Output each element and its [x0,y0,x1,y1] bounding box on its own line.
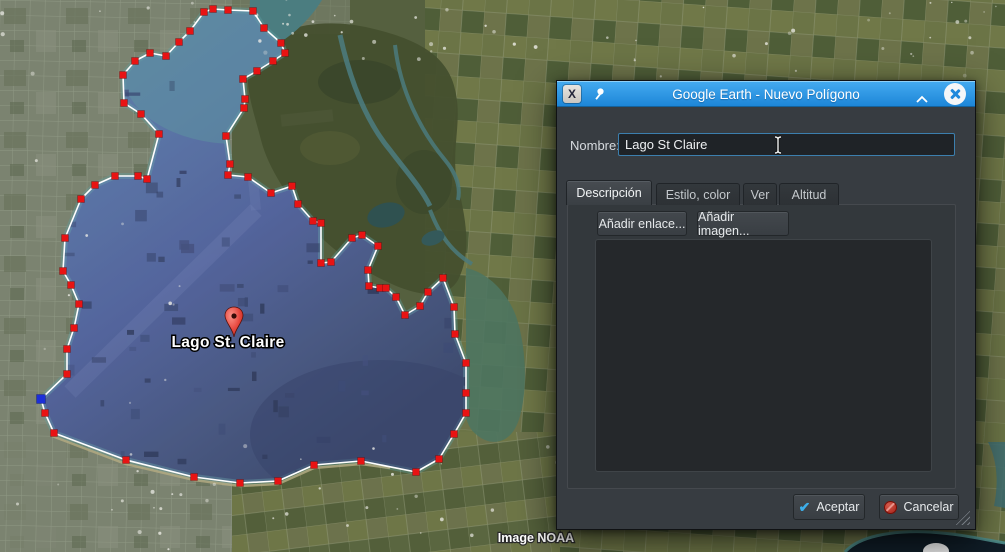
polygon-vertex[interactable] [318,220,325,227]
polygon-vertex[interactable] [68,282,75,289]
polygon-vertex[interactable] [349,235,356,242]
dialog-titlebar[interactable]: X Google Earth - Nuevo Polígono [557,81,975,107]
polygon-vertex[interactable] [64,346,71,353]
polygon-vertex[interactable] [120,72,127,79]
polygon-vertex[interactable] [112,173,119,180]
polygon-vertex[interactable] [250,8,257,15]
polygon-vertex[interactable] [310,218,317,225]
polygon-vertex[interactable] [223,133,230,140]
polygon-vertex[interactable] [210,6,217,13]
new-polygon-dialog: X Google Earth - Nuevo Polígono Nombre: … [556,80,976,530]
description-textarea[interactable] [595,239,932,472]
polygon-vertex[interactable] [240,76,247,83]
polygon-vertex[interactable] [225,7,232,14]
name-label: Nombre: [570,138,620,153]
close-icon[interactable] [944,83,966,105]
polygon-vertex[interactable] [358,458,365,465]
polygon-vertex[interactable] [451,304,458,311]
polygon-vertex[interactable] [76,301,83,308]
polygon-vertex[interactable] [463,360,470,367]
name-input[interactable] [618,133,955,156]
polygon-vertex[interactable] [436,456,443,463]
polygon-vertex[interactable] [64,371,71,378]
polygon-vertex[interactable] [191,474,198,481]
add-link-button[interactable]: Añadir enlace... [597,211,687,236]
google-earth-window: Lago St. Claire Image NOAA X Google Eart… [0,0,1005,552]
polygon-vertex[interactable] [132,58,139,65]
polygon-vertex[interactable] [237,480,244,487]
polygon-vertex[interactable] [282,50,289,57]
polygon-vertex[interactable] [440,275,447,282]
polygon-vertex[interactable] [425,289,432,296]
polygon-vertex[interactable] [138,111,145,118]
polygon-vertex[interactable] [71,325,78,332]
polygon-vertex[interactable] [413,469,420,476]
polygon-vertex[interactable] [201,9,208,16]
polygon-vertex[interactable] [402,312,409,319]
polygon-vertex[interactable] [60,268,67,275]
tab-descripcion[interactable]: Descripción [566,180,652,205]
polygon-vertex[interactable] [275,478,282,485]
polygon-vertex[interactable] [225,172,232,179]
polygon-vertex[interactable] [375,243,382,250]
polygon-vertex[interactable] [393,294,400,301]
polygon-vertex[interactable] [121,100,128,107]
polygon-vertex[interactable] [187,28,194,35]
polygon-vertex[interactable] [463,390,470,397]
cancel-icon [884,501,897,514]
dialog-title: Google Earth - Nuevo Polígono [557,81,975,107]
polygon-vertex[interactable] [254,68,261,75]
polygon-vertex[interactable] [51,430,58,437]
polygon-vertex[interactable] [383,285,390,292]
polygon-vertex[interactable] [78,196,85,203]
polygon-vertex[interactable] [62,235,69,242]
polygon-vertex[interactable] [176,39,183,46]
polygon-vertex[interactable] [147,50,154,57]
tab-ver[interactable]: Ver [743,183,777,205]
polygon-vertex[interactable] [359,232,366,239]
tab-estilo-color[interactable]: Estilo, color [656,183,740,205]
polygon-vertex[interactable] [452,331,459,338]
shade-icon[interactable] [915,90,929,98]
polygon-vertex[interactable] [311,462,318,469]
active-polygon-vertex[interactable] [37,395,46,404]
polygon-vertex[interactable] [451,431,458,438]
polygon-vertex[interactable] [318,260,325,267]
polygon-vertex[interactable] [365,267,372,274]
polygon-vertex[interactable] [328,259,335,266]
polygon-vertex[interactable] [163,53,170,60]
polygon-vertex[interactable] [241,105,248,112]
polygon-vertex[interactable] [242,96,249,103]
polygon-vertex[interactable] [463,410,470,417]
polygon-vertex[interactable] [366,283,373,290]
polygon-vertex[interactable] [295,201,302,208]
polygon-vertex[interactable] [268,190,275,197]
check-icon: ✔ [799,500,811,514]
polygon-vertex[interactable] [144,176,151,183]
polygon-vertex[interactable] [135,173,142,180]
polygon-vertex[interactable] [123,457,130,464]
polygon-vertex[interactable] [278,40,285,47]
polygon-vertex[interactable] [289,183,296,190]
polygon-vertex[interactable] [245,174,252,181]
add-image-button[interactable]: Añadir imagen... [697,211,789,236]
polygon-vertex[interactable] [92,182,99,189]
polygon-vertex[interactable] [261,25,268,32]
polygon-vertex[interactable] [417,303,424,310]
map-attribution: Image NOAA [498,531,574,545]
accept-button[interactable]: ✔ Aceptar [793,494,865,520]
polygon-vertex[interactable] [227,161,234,168]
tab-altitud[interactable]: Altitud [779,183,839,205]
cancel-button[interactable]: Cancelar [879,494,959,520]
polygon-vertex[interactable] [42,410,49,417]
polygon-vertex[interactable] [156,131,163,138]
placemark-label[interactable]: Lago St. Claire [171,334,284,351]
polygon-vertex[interactable] [270,58,277,65]
